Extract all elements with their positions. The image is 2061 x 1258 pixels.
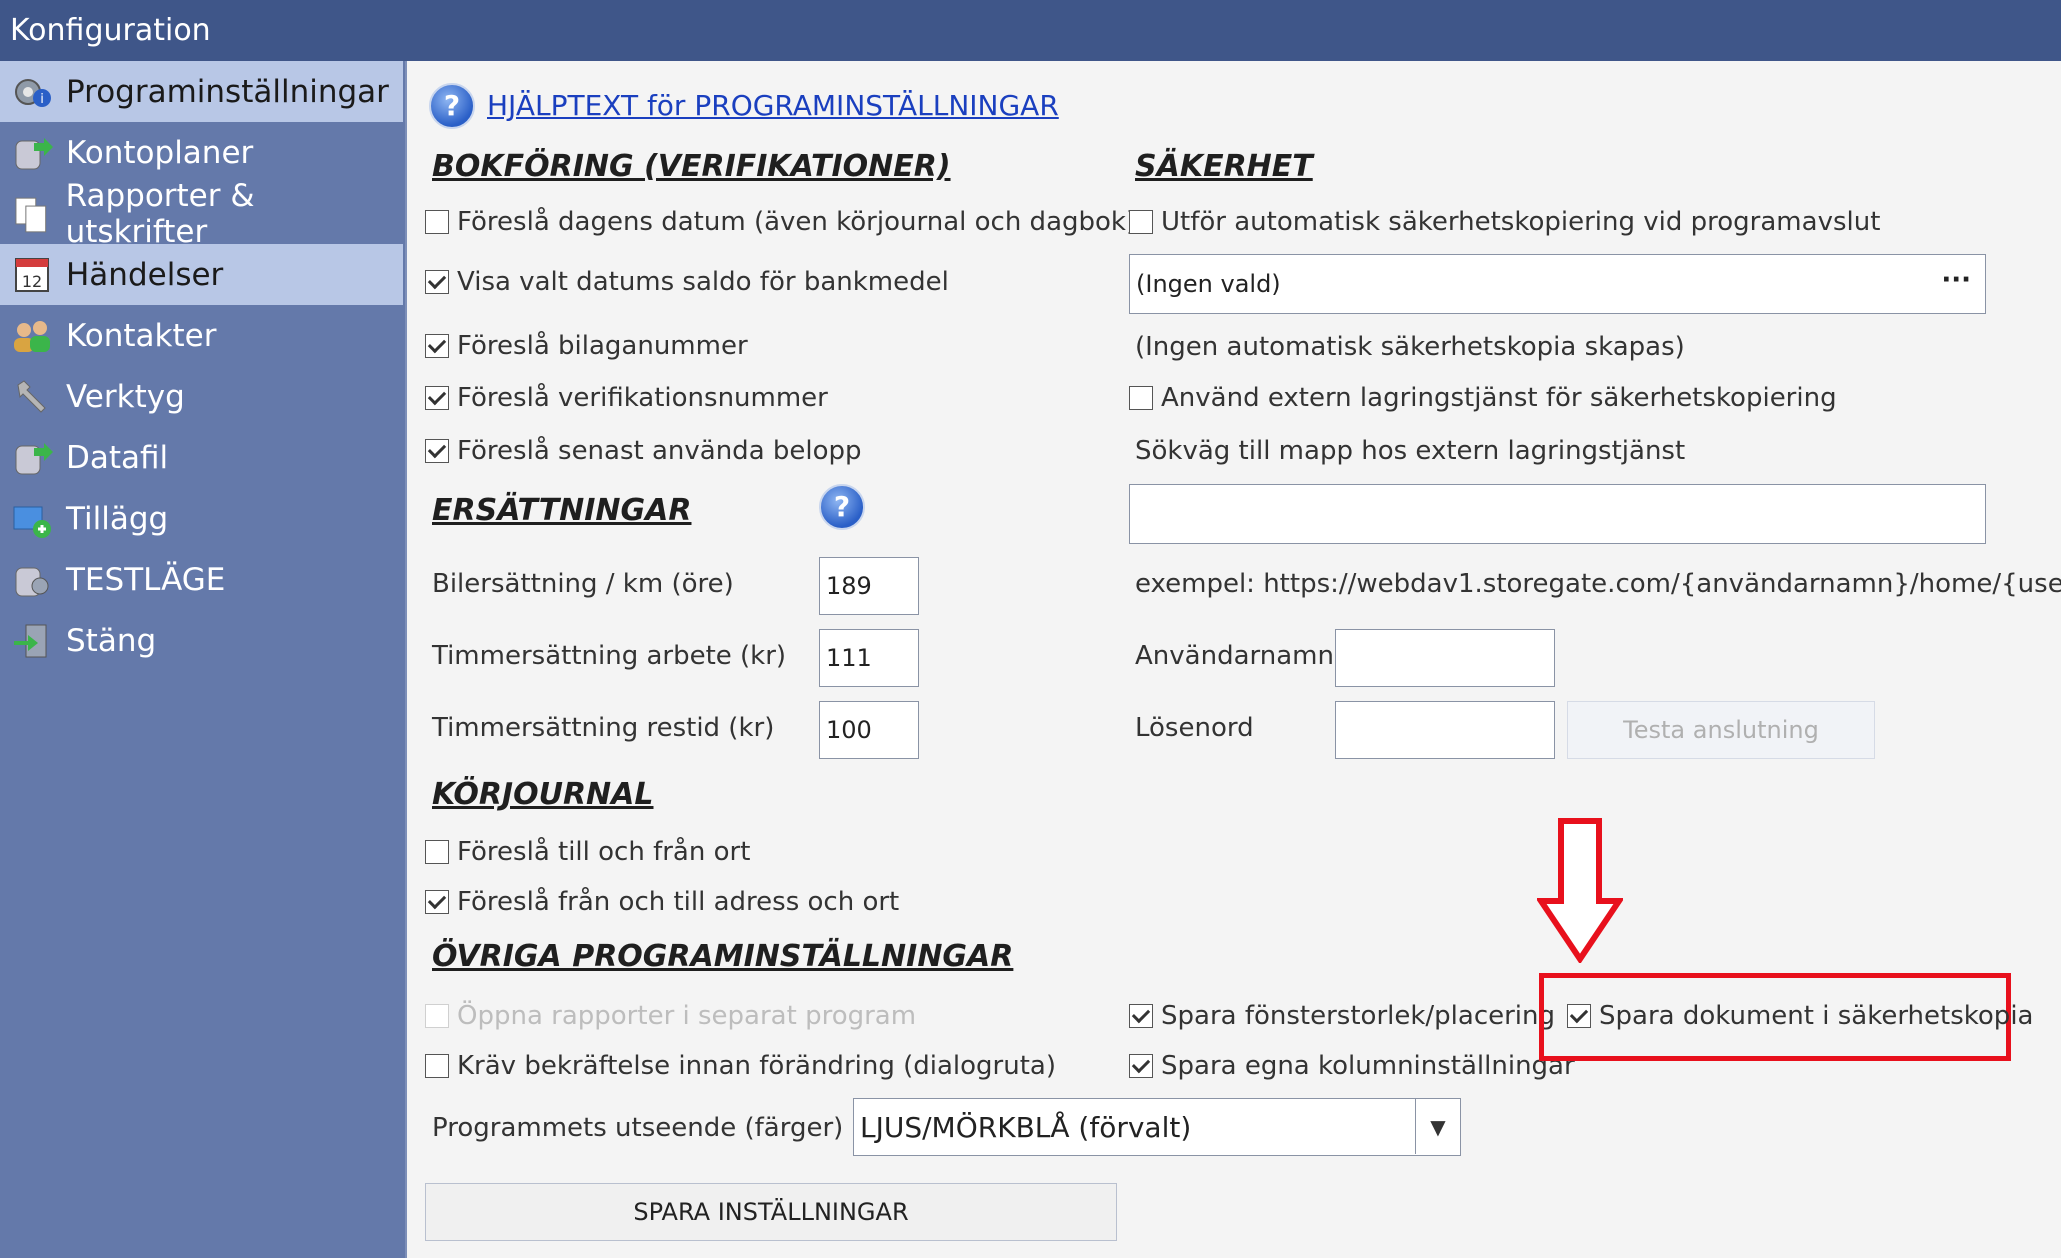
sidebar-item-label: Datafil — [66, 439, 169, 476]
timersattning-restid-input[interactable]: 100 — [819, 701, 919, 759]
appearance-label: Programmets utseende (färger) — [432, 1113, 844, 1143]
checkbox-automatisk-sakerhetskopiering[interactable]: Utför automatisk säkerhetskopiering vid … — [1129, 207, 1880, 237]
checkbox-oppna-rapporter: Öppna rapporter i separat program — [425, 1001, 916, 1031]
calendar-icon: 12 — [15, 257, 49, 292]
section-title-bokforing: BOKFÖRING (VERIFIKATIONER) — [432, 149, 951, 184]
sidebar-item-label: Verktyg — [66, 378, 185, 415]
sidebar-item-handelser[interactable]: 12 Händelser — [0, 244, 403, 305]
svg-text:12: 12 — [22, 272, 42, 291]
sidebar-item-datafil[interactable]: Datafil — [0, 427, 403, 488]
exit-door-icon — [14, 624, 47, 657]
svg-text:i: i — [40, 92, 44, 107]
appearance-select[interactable]: LJUS/MÖRKBLÅ (förvalt) ▼ — [853, 1098, 1461, 1156]
checkbox-spara-dokument[interactable]: Spara dokument i säkerhetskopia — [1567, 1001, 2033, 1031]
checkbox-foresla-dagens-datum[interactable]: Föreslå dagens datum (även körjournal oc… — [425, 207, 1136, 237]
ersattningar-help-icon[interactable]: ? — [819, 484, 865, 530]
sidebar-item-verktyg[interactable]: Verktyg — [0, 366, 403, 427]
sidebar-item-label: Programinställningar — [66, 73, 389, 110]
checkbox-krav-bekraftelse[interactable]: Kräv bekräftelse innan förändring (dialo… — [425, 1051, 1056, 1081]
wrench-icon — [17, 379, 46, 413]
save-settings-button[interactable]: SPARA INSTÄLLNINGAR — [425, 1183, 1117, 1241]
sidebar-item-tillagg[interactable]: Tillägg — [0, 488, 403, 549]
datafile-icon — [15, 442, 53, 474]
help-link[interactable]: HJÄLPTEXT för PROGRAMINSTÄLLNINGAR — [487, 89, 1059, 122]
checkbox-spara-fonsterstorlek[interactable]: Spara fönsterstorlek/placering — [1129, 1001, 1555, 1031]
addon-icon — [13, 506, 51, 538]
sidebar-item-label: TESTLÄGE — [66, 561, 226, 598]
ext-path-input[interactable] — [1129, 484, 1986, 544]
checkbox-visa-saldo[interactable]: Visa valt datums saldo för bankmedel — [425, 267, 949, 297]
bilersattning-label: Bilersättning / km (öre) — [432, 569, 734, 599]
password-input[interactable] — [1335, 701, 1555, 759]
sidebar-item-label: Rapporter & utskrifter — [65, 177, 255, 250]
sidebar-item-label: Kontakter — [66, 317, 217, 354]
checkbox-foresla-bilaganummer[interactable]: Föreslå bilaganummer — [425, 331, 748, 361]
section-title-sakerhet: SÄKERHET — [1135, 149, 1313, 184]
password-label: Lösenord — [1135, 713, 1254, 743]
section-title-korjournal: KÖRJOURNAL — [432, 777, 654, 812]
username-label: Användarnamn — [1135, 641, 1334, 671]
red-arrow-annotation — [1537, 818, 1623, 963]
section-title-ovriga: ÖVRIGA PROGRAMINSTÄLLNINGAR — [432, 939, 1014, 974]
sidebar-item-testlage[interactable]: TESTLÄGE — [0, 549, 403, 610]
username-input[interactable] — [1335, 629, 1555, 687]
section-title-ersattningar: ERSÄTTNINGAR — [432, 493, 692, 528]
example-url-text: exempel: https://webdav1.storegate.com/{… — [1135, 569, 2061, 599]
sidebar: i Programinställningar Kontoplaner Rappo… — [0, 61, 407, 1258]
test-connection-button[interactable]: Testa anslutning — [1567, 701, 1875, 759]
timersattning-restid-label: Timmersättning restid (kr) — [432, 713, 775, 743]
ext-path-label: Sökväg till mapp hos extern lagringstjän… — [1135, 436, 1686, 466]
gear-icon: i — [15, 78, 51, 107]
testmode-icon — [15, 567, 49, 596]
backup-path-field[interactable]: (Ingen vald) ··· — [1129, 254, 1986, 314]
sidebar-item-kontakter[interactable]: Kontakter — [0, 305, 403, 366]
bilersattning-input[interactable]: 189 — [819, 557, 919, 615]
help-icon[interactable]: ? — [429, 83, 475, 129]
sidebar-item-kontoplaner[interactable]: Kontoplaner — [0, 122, 403, 183]
checkbox-foresla-verifikationsnummer[interactable]: Föreslå verifikationsnummer — [425, 383, 828, 413]
settings-panel: ? HJÄLPTEXT för PROGRAMINSTÄLLNINGAR BOK… — [407, 61, 2061, 1258]
checkbox-foresla-ort[interactable]: Föreslå till och från ort — [425, 837, 750, 867]
sidebar-item-label: Händelser — [66, 256, 224, 293]
chevron-down-icon[interactable]: ▼ — [1415, 1099, 1460, 1154]
sidebar-item-rapporter[interactable]: Rapporter & utskrifter — [0, 178, 403, 250]
sidebar-item-programinstallningar[interactable]: i Programinställningar — [0, 61, 403, 122]
window-title: Konfiguration — [10, 13, 211, 48]
backup-path-value: (Ingen vald) — [1136, 270, 1281, 298]
database-arrow-icon — [15, 137, 53, 169]
checkbox-foresla-adress[interactable]: Föreslå från och till adress och ort — [425, 887, 899, 917]
people-icon — [14, 320, 50, 352]
checkbox-extern-lagringstjanst[interactable]: Använd extern lagringstjänst för säkerhe… — [1129, 383, 1837, 413]
browse-button[interactable]: ··· — [1941, 265, 1971, 295]
checkbox-spara-kolumner[interactable]: Spara egna kolumninställningar — [1129, 1051, 1575, 1081]
documents-icon — [15, 197, 47, 232]
sidebar-item-label: Kontoplaner — [66, 134, 254, 171]
sidebar-item-stang[interactable]: Stäng — [0, 610, 403, 671]
sidebar-item-label: Tillägg — [66, 500, 169, 537]
sidebar-item-label: Stäng — [66, 622, 157, 659]
timersattning-arbete-input[interactable]: 111 — [819, 629, 919, 687]
backup-status-text: (Ingen automatisk säkerhetskopia skapas) — [1135, 332, 1685, 362]
window-titlebar: Konfiguration — [0, 0, 2061, 61]
timersattning-arbete-label: Timmersättning arbete (kr) — [432, 641, 787, 671]
checkbox-foresla-belopp[interactable]: Föreslå senast använda belopp — [425, 436, 862, 466]
appearance-select-value: LJUS/MÖRKBLÅ (förvalt) — [860, 1110, 1192, 1144]
